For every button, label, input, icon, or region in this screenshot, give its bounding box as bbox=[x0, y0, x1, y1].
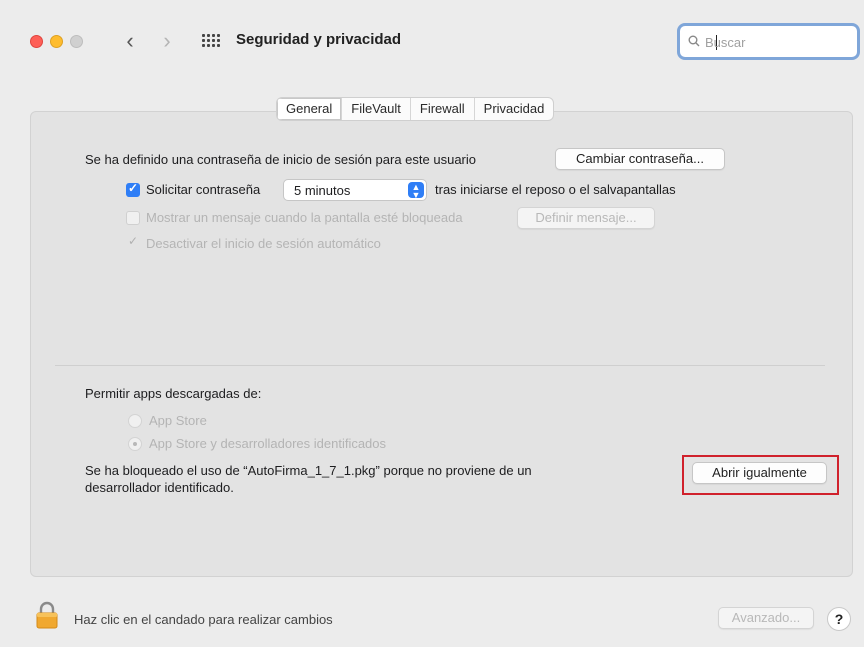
show-all-grid-icon[interactable] bbox=[200, 33, 220, 49]
disable-autologin-checkbox[interactable] bbox=[126, 234, 140, 250]
advanced-button[interactable]: Avanzado... bbox=[718, 607, 814, 629]
require-password-checkbox[interactable] bbox=[126, 181, 140, 197]
back-button[interactable]: ‹ bbox=[118, 26, 142, 56]
search-field[interactable] bbox=[677, 23, 860, 60]
blocked-app-message-line2: desarrollador identificado. bbox=[85, 480, 234, 495]
lock-icon[interactable] bbox=[36, 601, 58, 629]
zoom-window-button[interactable] bbox=[70, 35, 83, 48]
radio-app-store[interactable] bbox=[128, 414, 142, 428]
forward-button[interactable]: › bbox=[155, 26, 179, 56]
tab-bar: General FileVault Firewall Privacidad bbox=[276, 97, 555, 121]
set-message-button[interactable]: Definir mensaje... bbox=[517, 207, 655, 229]
window-title: Seguridad y privacidad bbox=[236, 31, 402, 48]
search-icon bbox=[688, 35, 700, 47]
radio-app-store-label: App Store bbox=[149, 413, 207, 428]
titlebar: ‹ › Seguridad y privacidad bbox=[0, 0, 864, 80]
system-preferences-window: ‹ › Seguridad y privacidad General FileV… bbox=[0, 0, 864, 647]
password-delay-value: 5 minutos bbox=[294, 183, 351, 198]
require-password-after-text: tras iniciarse el reposo o el salvapanta… bbox=[435, 182, 676, 197]
tab-privacidad[interactable]: Privacidad bbox=[473, 98, 554, 120]
password-delay-select[interactable]: 5 minutos ▲ ▼ bbox=[283, 179, 427, 201]
blocked-app-message-line1: Se ha bloqueado el uso de “AutoFirma_1_7… bbox=[85, 463, 532, 478]
radio-app-store-identified-label: App Store y desarrolladores identificado… bbox=[149, 436, 387, 451]
content-panel bbox=[30, 111, 853, 577]
tab-filevault[interactable]: FileVault bbox=[341, 98, 410, 120]
close-window-button[interactable] bbox=[30, 35, 43, 48]
help-button[interactable]: ? bbox=[827, 607, 851, 631]
tab-general[interactable]: General bbox=[277, 98, 342, 120]
chevron-up-down-icon: ▲ ▼ bbox=[408, 182, 424, 200]
change-password-button[interactable]: Cambiar contraseña... bbox=[555, 148, 725, 170]
lock-hint-text: Haz clic en el candado para realizar cam… bbox=[74, 612, 333, 627]
open-anyway-highlight-box bbox=[682, 455, 839, 495]
section-divider bbox=[55, 365, 825, 366]
radio-app-store-identified[interactable] bbox=[128, 437, 142, 451]
tab-firewall[interactable]: Firewall bbox=[409, 98, 474, 120]
search-input[interactable] bbox=[705, 32, 845, 52]
password-set-text: Se ha definido una contraseña de inicio … bbox=[85, 152, 476, 167]
disable-autologin-label: Desactivar el inicio de sesión automátic… bbox=[146, 236, 381, 251]
minimize-window-button[interactable] bbox=[50, 35, 63, 48]
allow-apps-heading: Permitir apps descargadas de: bbox=[85, 386, 262, 401]
require-password-label: Solicitar contraseña bbox=[146, 182, 261, 197]
show-message-label: Mostrar un mensaje cuando la pantalla es… bbox=[146, 210, 463, 225]
show-message-checkbox[interactable] bbox=[126, 211, 140, 225]
